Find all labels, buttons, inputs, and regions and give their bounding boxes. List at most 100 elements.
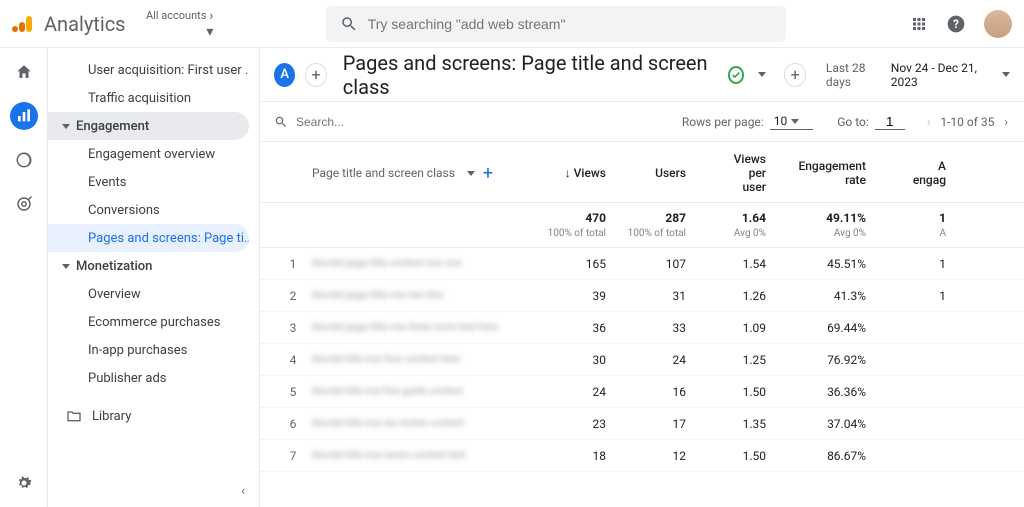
row-rate: 76.92% — [772, 353, 872, 367]
search-icon — [274, 115, 288, 129]
search-icon — [340, 15, 358, 33]
rail-home-icon[interactable] — [10, 58, 38, 86]
col-engagement-rate[interactable]: Engagementrate — [772, 159, 872, 187]
sidebar-item-user-acquisition[interactable]: User acquisition: First user … — [48, 56, 249, 84]
row-views: 165 — [532, 257, 612, 271]
table-row[interactable]: 1 blurred page title content row one 165… — [260, 248, 1024, 280]
row-title: blurred page title content row one — [312, 254, 532, 274]
dimension-selector[interactable]: Page title and screen class + — [312, 163, 532, 184]
rail-admin-icon[interactable] — [10, 469, 38, 497]
row-index: 5 — [274, 385, 312, 399]
row-vpu: 1.09 — [692, 321, 772, 335]
sidebar-item-publisher-ads[interactable]: Publisher ads — [48, 364, 249, 392]
segment-badge[interactable]: A — [274, 63, 295, 87]
sidebar-group-monetization[interactable]: Monetization — [48, 252, 249, 280]
add-comparison-button[interactable]: + — [784, 63, 806, 87]
search-input[interactable] — [368, 16, 772, 32]
table-row[interactable]: 3 blurred page title row three more text… — [260, 312, 1024, 344]
row-index: 4 — [274, 353, 312, 367]
content: A + Pages and screens: Page title and sc… — [260, 48, 1024, 507]
header-actions: ? — [910, 10, 1012, 38]
table-search-input[interactable] — [296, 115, 416, 129]
row-views: 39 — [532, 289, 612, 303]
sidebar-item-events[interactable]: Events — [48, 168, 249, 196]
title-dropdown-icon[interactable] — [758, 72, 766, 77]
row-users: 12 — [612, 449, 692, 463]
table-header: Page title and screen class + ↓ Views Us… — [260, 142, 1024, 203]
account-selector-label: All accounts — [146, 9, 206, 22]
row-vpu: 1.50 — [692, 449, 772, 463]
row-users: 24 — [612, 353, 692, 367]
help-icon[interactable]: ? — [946, 14, 966, 34]
sidebar-item-conversions[interactable]: Conversions — [48, 196, 249, 224]
sidebar: User acquisition: First user … Traffic a… — [48, 48, 260, 507]
chevron-down-icon — [1002, 72, 1010, 77]
avatar[interactable] — [984, 10, 1012, 38]
library-label: Library — [92, 409, 131, 424]
row-vpu: 1.35 — [692, 417, 772, 431]
table-row[interactable]: 4 blurred title row four content here 30… — [260, 344, 1024, 376]
app-header: Analytics All accounts › ▾ ? — [0, 0, 1024, 48]
row-index: 3 — [274, 321, 312, 335]
add-dimension-icon[interactable]: + — [483, 163, 493, 184]
row-views: 18 — [532, 449, 612, 463]
col-views-per-user[interactable]: Viewsperuser — [692, 152, 772, 194]
row-title: blurred page title row two line — [312, 286, 532, 306]
svg-text:?: ? — [953, 17, 959, 31]
verified-icon[interactable] — [728, 66, 744, 84]
row-rate: 37.04% — [772, 417, 872, 431]
table-row[interactable]: 5 blurred title row five guide content 2… — [260, 376, 1024, 408]
add-segment-button[interactable]: + — [305, 63, 327, 87]
table-summary-row: 470100% of total 287100% of total 1.64Av… — [260, 203, 1024, 248]
sidebar-item-traffic-acquisition[interactable]: Traffic acquisition — [48, 84, 249, 112]
row-rate: 36.36% — [772, 385, 872, 399]
row-views: 36 — [532, 321, 612, 335]
row-title: blurred title row four content here — [312, 350, 532, 370]
sidebar-item-ecommerce[interactable]: Ecommerce purchases — [48, 308, 249, 336]
prev-page-icon[interactable]: ‹ — [925, 115, 933, 129]
row-views: 23 — [532, 417, 612, 431]
analytics-logo-icon — [12, 12, 36, 36]
row-users: 16 — [612, 385, 692, 399]
sidebar-library[interactable]: Library — [48, 398, 259, 434]
row-title: blurred page title row three more text h… — [312, 318, 532, 338]
sidebar-item-inapp[interactable]: In-app purchases — [48, 336, 249, 364]
row-vpu: 1.54 — [692, 257, 772, 271]
dimension-label: Page title and screen class — [312, 166, 455, 180]
row-users: 107 — [612, 257, 692, 271]
goto-input[interactable] — [875, 114, 905, 130]
sidebar-collapse-icon[interactable]: ‹ — [241, 484, 245, 499]
rail-advertising-icon[interactable] — [10, 190, 38, 218]
sidebar-item-engagement-overview[interactable]: Engagement overview — [48, 140, 249, 168]
page-title: Pages and screens: Page title and screen… — [343, 51, 712, 99]
row-users: 33 — [612, 321, 692, 335]
brand-name: Analytics — [44, 12, 126, 36]
row-vpu: 1.50 — [692, 385, 772, 399]
sidebar-item-monetization-overview[interactable]: Overview — [48, 280, 249, 308]
table-row[interactable]: 7 blurred title row seven content text 1… — [260, 440, 1024, 472]
search-box[interactable] — [326, 6, 786, 42]
row-users: 31 — [612, 289, 692, 303]
sidebar-group-engagement[interactable]: Engagement — [48, 112, 249, 140]
date-range-picker[interactable]: Last 28 days Nov 24 - Dec 21, 2023 — [826, 61, 1010, 89]
next-page-icon[interactable]: › — [1002, 115, 1010, 129]
table-row[interactable]: 6 blurred title row six review content 2… — [260, 408, 1024, 440]
rail-reports-icon[interactable] — [10, 102, 38, 130]
row-last: 1 — [872, 289, 952, 303]
col-avg-engagement[interactable]: Aengag — [872, 159, 952, 187]
col-users[interactable]: Users — [612, 166, 692, 180]
apps-icon[interactable] — [910, 15, 928, 33]
rows-per-page[interactable]: Rows per page: 10 — [682, 114, 813, 130]
folder-icon — [66, 408, 82, 424]
account-selector[interactable]: All accounts › ▾ — [146, 8, 213, 40]
table-row[interactable]: 2 blurred page title row two line 39 31 … — [260, 280, 1024, 312]
goto-page[interactable]: Go to: — [837, 114, 905, 130]
row-last: 1 — [872, 257, 952, 271]
col-views[interactable]: ↓ Views — [532, 166, 612, 180]
chevron-down-icon — [467, 171, 475, 176]
rail-explore-icon[interactable] — [10, 146, 38, 174]
sidebar-item-pages-screens[interactable]: Pages and screens: Page ti… — [48, 224, 249, 252]
row-index: 7 — [274, 449, 312, 463]
row-index: 1 — [274, 257, 312, 271]
date-range-value: Nov 24 - Dec 21, 2023 — [891, 61, 992, 89]
